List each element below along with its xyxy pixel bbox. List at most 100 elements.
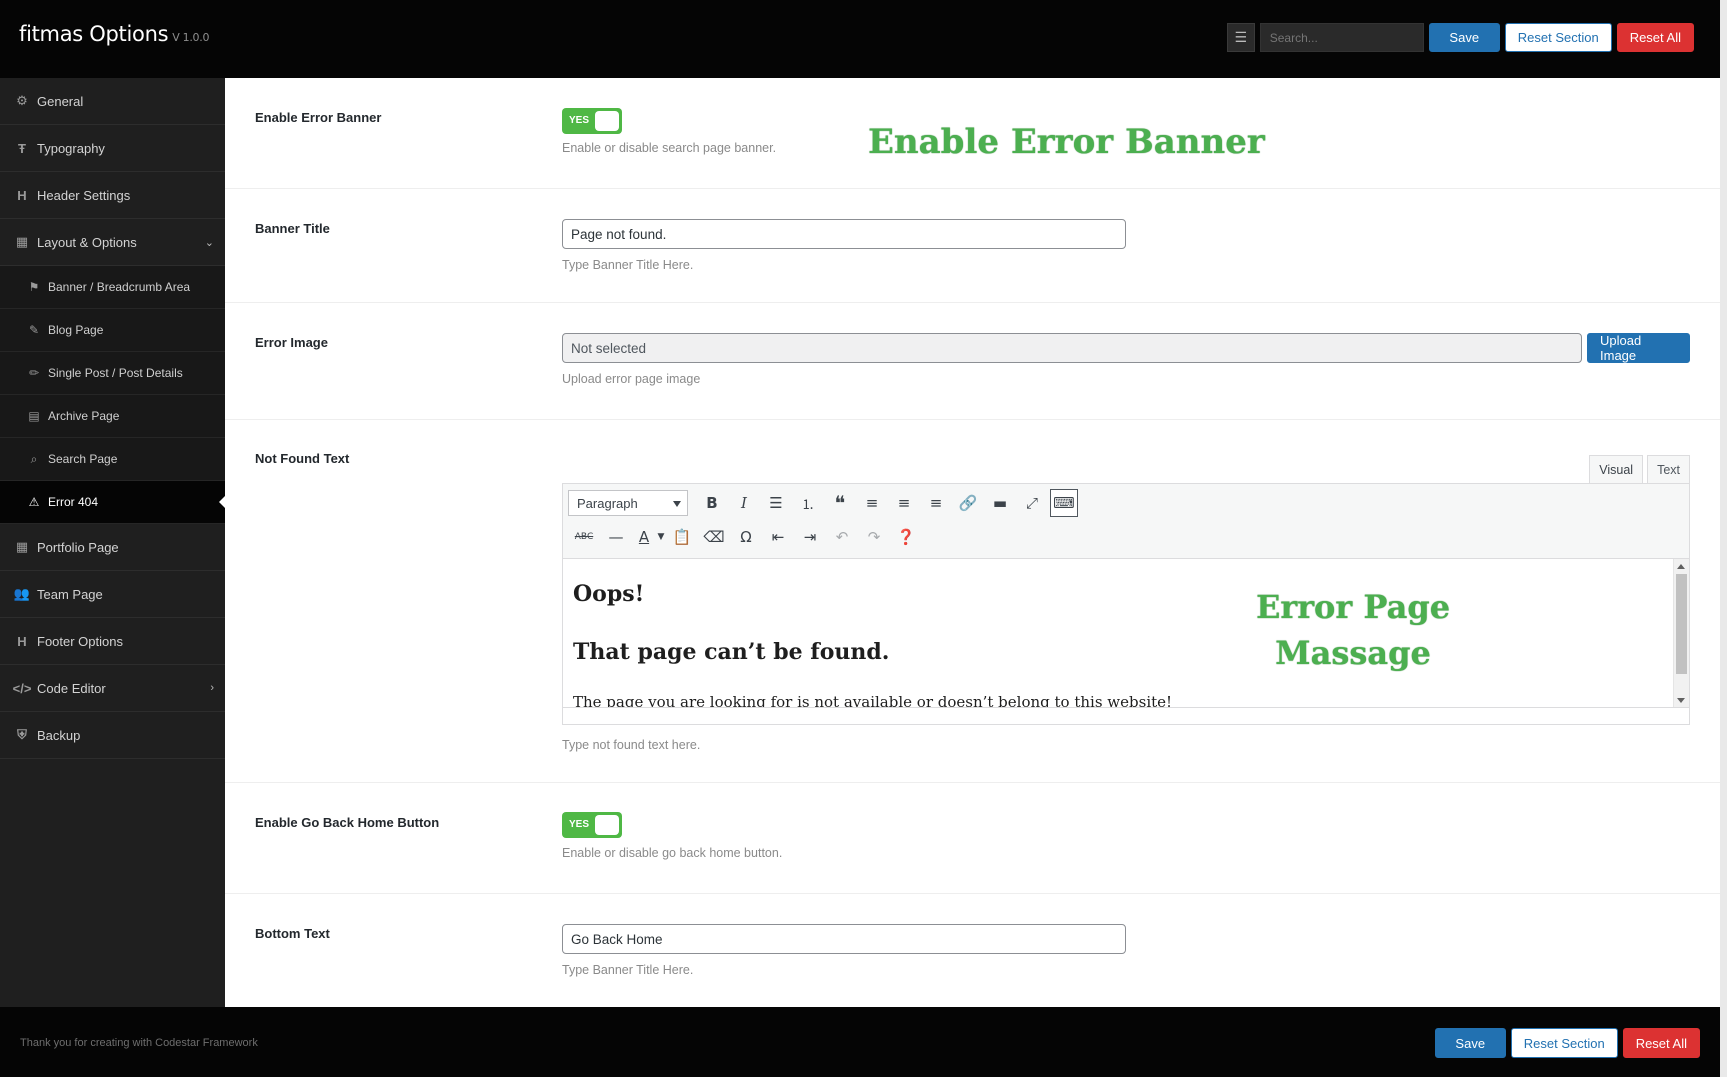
banner-title-input[interactable]: Page not found. xyxy=(562,219,1126,249)
toggle-label: YES xyxy=(569,115,590,126)
sidebar-item-footer-options[interactable]: H Footer Options xyxy=(0,618,225,665)
align-left-icon[interactable]: ≡ xyxy=(856,489,888,517)
footer-reset-section-button[interactable]: Reset Section xyxy=(1510,1028,1618,1058)
field-description: Enable or disable search page banner. xyxy=(562,141,777,155)
toolbar-toggle-icon[interactable]: ⌨ xyxy=(1050,489,1078,517)
sidebar-item-typography[interactable]: Ŧ Typography xyxy=(0,125,225,172)
overlay-line: Massage xyxy=(1275,634,1431,672)
help-icon[interactable]: ❓ xyxy=(890,523,922,551)
sidebar-item-portfolio-page[interactable]: ▦ Portfolio Page xyxy=(0,524,225,571)
scroll-down-icon[interactable] xyxy=(1677,698,1685,703)
go-back-home-toggle[interactable]: YES xyxy=(562,812,622,838)
error-banner-toggle[interactable]: YES xyxy=(562,108,622,134)
footer-save-button[interactable]: Save xyxy=(1434,1028,1506,1058)
bottom-text-input[interactable]: Go Back Home xyxy=(562,924,1126,954)
sidebar-subitem-error-404[interactable]: ⚠ Error 404 xyxy=(0,481,226,524)
sidebar-subitem-label: Archive Page xyxy=(48,409,120,423)
numbered-list-icon[interactable]: ⒈ xyxy=(792,489,824,517)
bold-icon[interactable]: B xyxy=(696,489,728,517)
rich-text-editor: Paragraph B I ☰ ⒈ ❝ ≡ ≡ ≡ 🔗 ▬ ⤢ ⌨ ABC — … xyxy=(562,483,1690,725)
fullscreen-icon[interactable]: ⤢ xyxy=(1016,489,1048,517)
clear-formatting-icon[interactable]: ⌫ xyxy=(698,523,730,551)
text-color-icon[interactable]: A xyxy=(632,523,656,551)
editor-resize-bar[interactable] xyxy=(563,707,1689,724)
field-banner-title: Banner Title Page not found. Type Banner… xyxy=(225,189,1720,303)
annotation-overlay: Error Page Massage xyxy=(1203,584,1503,676)
caret-down-icon[interactable]: ▼ xyxy=(656,523,666,551)
sidebar-item-general[interactable]: ⚙ General xyxy=(0,78,225,125)
toggle-knob xyxy=(595,815,619,835)
scroll-up-icon[interactable] xyxy=(1677,564,1685,569)
sidebar-item-label: Code Editor xyxy=(37,680,106,696)
field-description: Enable or disable go back home button. xyxy=(562,846,783,860)
warning-icon: ⚠ xyxy=(28,495,40,509)
field-bottom-text: Bottom Text Go Back Home Type Banner Tit… xyxy=(225,894,1720,1007)
error-image-input[interactable]: Not selected xyxy=(562,333,1582,363)
field-control: YES Enable or disable go back home butto… xyxy=(562,812,782,860)
field-control: Page not found. Type Banner Title Here. xyxy=(562,219,1126,272)
link-icon[interactable]: 🔗 xyxy=(952,489,984,517)
sidebar-item-label: Team Page xyxy=(37,586,103,602)
format-select[interactable]: Paragraph xyxy=(568,490,688,516)
sidebar-nav: ⚙ General Ŧ Typography H Header Settings… xyxy=(0,78,226,1007)
indent-icon[interactable]: ⇥ xyxy=(794,523,826,551)
chevron-right-icon: › xyxy=(210,682,214,694)
italic-icon[interactable]: I xyxy=(728,489,760,517)
sidebar-submenu: ⚑ Banner / Breadcrumb Area ✎ Blog Page ✏… xyxy=(0,266,226,524)
shield-icon: ⛨ xyxy=(17,727,27,742)
tab-visual[interactable]: Visual xyxy=(1589,455,1644,483)
sidebar-subitem-search-page[interactable]: ⌕ Search Page xyxy=(0,438,225,481)
toggle-label: YES xyxy=(569,819,590,830)
align-center-icon[interactable]: ≡ xyxy=(888,489,920,517)
sidebar-subitem-blog-page[interactable]: ✎ Blog Page xyxy=(0,309,225,352)
outdent-icon[interactable]: ⇤ xyxy=(762,523,794,551)
sidebar-item-label: Typography xyxy=(37,140,105,156)
sidebar-subitem-single-post[interactable]: ✏ Single Post / Post Details xyxy=(0,352,225,395)
sidebar-subitem-label: Single Post / Post Details xyxy=(48,366,183,380)
redo-icon[interactable]: ↷ xyxy=(858,523,890,551)
paste-text-icon[interactable]: 📋 xyxy=(666,523,698,551)
window-edge xyxy=(1720,0,1727,1077)
options-content: Enable Error Banner YES Enable or disabl… xyxy=(225,78,1720,1007)
sidebar-item-layout-options[interactable]: ▦ Layout & Options ⌄ xyxy=(0,219,225,266)
editor-tabs: Visual Text xyxy=(1589,455,1690,483)
reset-all-button[interactable]: Reset All xyxy=(1616,23,1694,52)
special-character-icon[interactable]: Ω xyxy=(730,523,762,551)
scroll-thumb[interactable] xyxy=(1676,574,1687,674)
editor-content-area[interactable]: Oops! That page can’t be found. The page… xyxy=(563,559,1673,709)
read-more-icon[interactable]: ▬ xyxy=(984,489,1016,517)
field-control: Visual Text Paragraph B I ☰ ⒈ ❝ ≡ ≡ ≡ 🔗 … xyxy=(562,455,1690,755)
editor-scrollbar[interactable] xyxy=(1673,559,1689,709)
undo-icon[interactable]: ↶ xyxy=(826,523,858,551)
reset-section-button[interactable]: Reset Section xyxy=(1504,23,1612,52)
brand: fitmas Options V 1.0.0 xyxy=(19,22,209,46)
expand-all-button[interactable]: ☰ xyxy=(1226,23,1255,52)
tab-text[interactable]: Text xyxy=(1647,455,1690,483)
save-button[interactable]: Save xyxy=(1428,23,1500,52)
horizontal-line-icon[interactable]: — xyxy=(600,523,632,551)
sidebar-item-header-settings[interactable]: H Header Settings xyxy=(0,172,225,219)
grid-icon: ▦ xyxy=(15,539,29,554)
version-label: V 1.0.0 xyxy=(172,31,210,44)
upload-image-button[interactable]: Upload Image xyxy=(1587,333,1690,363)
annotation-overlay: Enable Error Banner xyxy=(868,122,1265,162)
strikethrough-icon[interactable]: ABC xyxy=(568,523,600,551)
text-height-icon: Ŧ xyxy=(18,140,26,156)
footer-reset-all-button[interactable]: Reset All xyxy=(1622,1028,1700,1058)
sidebar-subitem-label: Error 404 xyxy=(48,495,99,509)
field-label: Enable Error Banner xyxy=(255,110,382,125)
sidebar-subitem-banner-breadcrumb[interactable]: ⚑ Banner / Breadcrumb Area xyxy=(0,266,225,309)
search-input[interactable] xyxy=(1259,23,1424,52)
flag-icon: ⚑ xyxy=(28,280,40,294)
sidebar-item-code-editor[interactable]: </> Code Editor › xyxy=(0,665,225,712)
field-label: Error Image xyxy=(255,335,328,350)
sidebar-item-backup[interactable]: ⛨ Backup xyxy=(0,712,225,759)
bullet-list-icon[interactable]: ☰ xyxy=(760,489,792,517)
blockquote-icon[interactable]: ❝ xyxy=(824,489,856,517)
field-control: Not selected Upload Image Upload error p… xyxy=(562,333,1690,386)
sidebar-subitem-archive-page[interactable]: ▤ Archive Page xyxy=(0,395,225,438)
sidebar-item-label: General xyxy=(37,93,84,109)
align-right-icon[interactable]: ≡ xyxy=(920,489,952,517)
sidebar-item-team-page[interactable]: 👥 Team Page xyxy=(0,571,225,618)
overlay-line: Error Page xyxy=(1255,588,1451,626)
